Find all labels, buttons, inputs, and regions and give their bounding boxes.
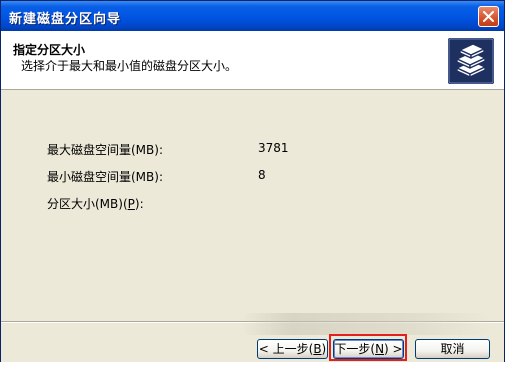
max-space-label: 最大磁盘空间量(MB):	[47, 143, 163, 157]
min-space-label: 最小磁盘空间量(MB):	[47, 170, 163, 184]
page-subtitle: 选择介于最大和最小值的磁盘分区大小。	[21, 59, 238, 73]
blur-artifact	[241, 313, 491, 335]
disk-stack-icon	[448, 38, 494, 84]
close-button[interactable]	[478, 6, 499, 27]
bottom-strip	[0, 362, 505, 371]
min-space-value: 8	[258, 168, 266, 182]
partition-size-label: 分区大小(MB)(P):	[47, 197, 144, 211]
cancel-button[interactable]: 取消	[415, 339, 490, 359]
page-title: 指定分区大小	[13, 43, 86, 57]
back-button[interactable]: < 上一步(B)	[257, 339, 328, 359]
window-title: 新建磁盘分区向导	[9, 12, 122, 27]
wizard-header: 指定分区大小 选择介于最大和最小值的磁盘分区大小。	[1, 31, 504, 90]
title-bar[interactable]: 新建磁盘分区向导	[1, 1, 504, 31]
max-space-value: 3781	[258, 141, 289, 155]
wizard-window: 新建磁盘分区向导 指定分区大小 选择介于最大和最小值的磁盘分区大小。 最大磁盘空…	[0, 0, 505, 371]
close-icon	[483, 11, 494, 22]
next-button-highlight	[329, 334, 407, 361]
